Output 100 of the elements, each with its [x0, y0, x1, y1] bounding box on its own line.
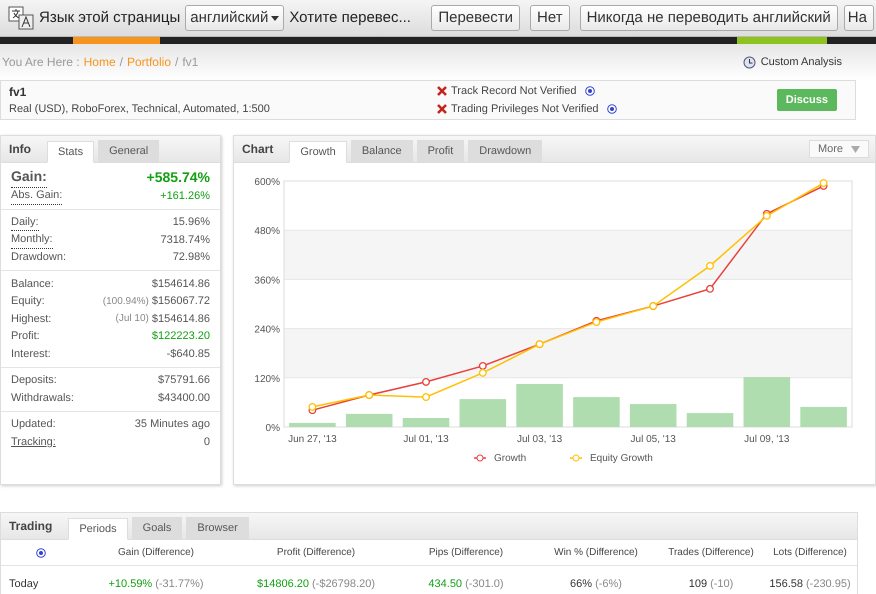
- panel-tab[interactable]: Profit: [416, 140, 464, 162]
- stat-label: Updated:: [11, 417, 56, 432]
- panel-tab[interactable]: Stats: [47, 141, 94, 163]
- column-header: Lots (Difference): [773, 546, 847, 560]
- stat-label: Withdrawals:: [11, 390, 74, 406]
- table-cell-value: 156.58: [769, 576, 803, 592]
- translate-button[interactable]: Никогда не переводить английский: [580, 5, 838, 31]
- stat-value: 7318.74%: [160, 232, 210, 248]
- stat-value: 15.96%: [172, 215, 210, 230]
- chart-bar: [573, 397, 620, 427]
- column-header: Pips (Difference): [428, 546, 504, 560]
- custom-analysis-link[interactable]: Custom Analysis: [742, 54, 842, 70]
- legend-label: Growth: [494, 453, 526, 464]
- translate-icon: [8, 6, 34, 30]
- period-label: Today: [9, 578, 38, 590]
- x-axis-label: Jul 09, '13: [744, 434, 790, 445]
- chart-bar: [744, 376, 790, 427]
- column-header: Win % (Difference): [554, 546, 638, 560]
- y-axis-label: 480%: [254, 226, 280, 238]
- x-axis-label: Jul 05, '13: [630, 434, 676, 445]
- stat-label: Equity:: [11, 294, 45, 309]
- translate-prompt-label: Язык этой страницы: [39, 8, 180, 28]
- y-axis-label: 360%: [254, 275, 280, 286]
- stat-value: +585.74%: [146, 168, 210, 186]
- stat-label: Highest:: [11, 312, 52, 326]
- y-axis-label: 600%: [254, 177, 280, 188]
- stat-value: $43400.00: [158, 390, 210, 406]
- stat-label: Monthly:: [11, 231, 53, 248]
- stat-label: Balance:: [11, 276, 54, 292]
- point: [478, 362, 487, 370]
- translate-question: Хотите перевес...: [289, 8, 412, 28]
- x-axis-label: Jul 03, '13: [516, 434, 562, 445]
- stat-value: +161.26%: [160, 188, 210, 204]
- difference-value: (-31.77%): [155, 576, 204, 592]
- point: [422, 393, 430, 402]
- panel-title: Chart: [242, 141, 274, 158]
- y-axis-label: 240%: [254, 324, 280, 336]
- table-cell-value: 109: [688, 576, 708, 592]
- stat-value: $154614.86: [152, 312, 210, 326]
- difference-value: (-6%): [595, 576, 622, 592]
- column-header: Trades (Difference): [668, 546, 754, 560]
- panel-tab[interactable]: Browser: [186, 517, 249, 539]
- stat-label: Interest:: [11, 346, 51, 362]
- chart-bar: [289, 422, 336, 427]
- legend-label: Equity Growth: [590, 453, 653, 464]
- difference-value: (-$26798.20): [312, 576, 375, 592]
- stat-value: $75791.66: [158, 373, 210, 388]
- panel-tab[interactable]: General: [98, 140, 160, 162]
- breadcrumb-separator: /: [175, 54, 178, 71]
- translate-button[interactable]: На: [844, 5, 874, 31]
- column-header: Profit (Difference): [276, 546, 356, 560]
- chart-bar: [402, 418, 450, 427]
- stat-value: $122223.20: [152, 329, 210, 344]
- panel-tab[interactable]: Growth: [289, 141, 347, 163]
- breadcrumb-label: You Are Here :: [2, 54, 80, 71]
- translate-button[interactable]: Перевести: [431, 5, 520, 31]
- panel-title: Trading: [9, 518, 52, 535]
- caret-icon: [851, 146, 860, 152]
- more-dropdown[interactable]: More: [809, 140, 869, 158]
- panel-title: Info: [9, 141, 31, 158]
- translate-button[interactable]: Нет: [530, 5, 570, 31]
- warning-text: Trading Privileges Not Verified: [451, 102, 599, 117]
- stat-note: (100.94%): [102, 294, 149, 309]
- chart-bar: [346, 414, 392, 427]
- panel-tab[interactable]: Goals: [132, 517, 182, 539]
- y-axis-label: 0%: [266, 423, 280, 434]
- panel-tab[interactable]: Drawdown: [468, 140, 542, 162]
- panel-tab[interactable]: Periods: [68, 518, 128, 540]
- point: [422, 378, 430, 386]
- x-axis-label: Jul 01, '13: [403, 434, 449, 445]
- language-dropdown[interactable]: английский: [185, 5, 284, 31]
- legend-marker-icon: [474, 454, 486, 462]
- point: [478, 368, 487, 377]
- difference-value: (-301.0): [465, 576, 504, 592]
- stat-value: $156067.72: [152, 294, 210, 309]
- y-axis-label: 120%: [254, 374, 280, 385]
- stat-value: $154614.86: [152, 276, 210, 292]
- stat-label: Gain:: [11, 166, 47, 188]
- difference-value: (-230.95): [806, 576, 851, 592]
- table-cell-value: +10.59%: [108, 576, 152, 592]
- chart-bar: [800, 406, 847, 427]
- column-header: Gain (Difference): [118, 546, 194, 560]
- stat-value: -$640.85: [166, 346, 210, 362]
- point: [308, 402, 316, 411]
- chart-bar: [516, 384, 563, 427]
- stat-value: 0: [204, 434, 210, 450]
- stat-value: 35 Minutes ago: [134, 417, 210, 432]
- chart-bar: [630, 404, 676, 427]
- stat-label: Tracking:: [11, 434, 56, 450]
- clock-icon: [742, 56, 756, 68]
- panel-tab[interactable]: Balance: [350, 140, 413, 162]
- stat-label: Daily:: [11, 214, 39, 231]
- caret-icon: [271, 16, 280, 20]
- stat-label: Deposits:: [11, 373, 57, 388]
- table-cell-value: $14806.20: [257, 576, 309, 592]
- stat-label: Profit:: [11, 329, 40, 344]
- breadcrumb-separator: /: [120, 54, 123, 71]
- table-cell-value: 66%: [570, 576, 592, 592]
- breadcrumb-current: fv1: [182, 54, 198, 71]
- account-details: Real (USD), RoboForex, Technical, Automated, 1:500: [9, 102, 271, 117]
